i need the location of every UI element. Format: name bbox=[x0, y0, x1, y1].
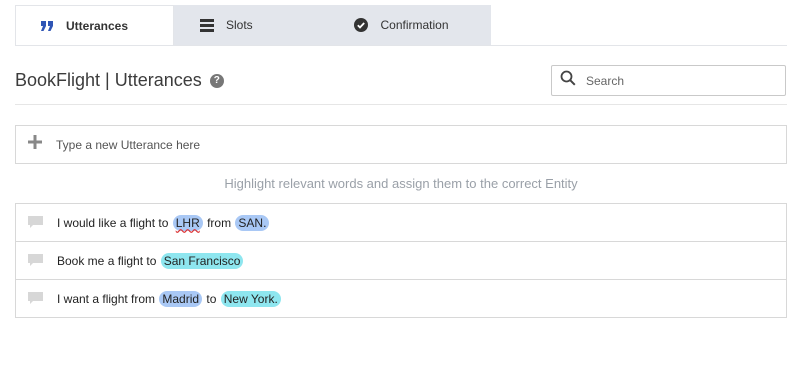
entity-highlight[interactable]: LHR bbox=[172, 214, 203, 231]
comment-icon bbox=[28, 292, 43, 305]
utterance-row[interactable]: Book me a flight to San Francisco bbox=[16, 242, 786, 280]
page-title-text: BookFlight | Utterances bbox=[15, 70, 202, 90]
search-icon[interactable] bbox=[560, 70, 576, 91]
tab-bar: Utterances Slots Confirmation bbox=[15, 5, 491, 45]
tab-confirmation[interactable]: Confirmation bbox=[332, 5, 491, 45]
search-box bbox=[551, 65, 786, 96]
utterance-row[interactable]: I would like a flight to LHR from SAN. bbox=[16, 204, 786, 242]
header-divider bbox=[15, 104, 787, 105]
comment-icon bbox=[28, 254, 43, 267]
utterance-segment: Book me a flight to bbox=[57, 253, 160, 268]
tab-divider bbox=[15, 45, 787, 46]
check-circle-icon bbox=[354, 18, 369, 32]
search-input[interactable] bbox=[584, 72, 768, 89]
comment-icon bbox=[28, 216, 43, 229]
tab-slots[interactable]: Slots bbox=[174, 5, 332, 45]
hint-text: Highlight relevant words and assign them… bbox=[224, 176, 578, 191]
list-icon bbox=[200, 18, 214, 32]
entity-highlight[interactable]: New York. bbox=[220, 290, 281, 307]
tab-slots-label: Slots bbox=[226, 18, 253, 32]
tab-utterances[interactable]: Utterances bbox=[15, 5, 174, 45]
page-title: BookFlight | Utterances ? bbox=[15, 70, 224, 91]
utterance-text[interactable]: Book me a flight to San Francisco bbox=[57, 252, 244, 269]
utterance-text[interactable]: I would like a flight to LHR from SAN. bbox=[57, 214, 270, 231]
utterance-row[interactable]: I want a flight from Madrid to New York. bbox=[16, 280, 786, 317]
tab-confirmation-label: Confirmation bbox=[380, 18, 449, 32]
question-circle-icon[interactable]: ? bbox=[209, 73, 224, 88]
new-utterance-input[interactable] bbox=[54, 136, 658, 153]
tab-utterances-label: Utterances bbox=[66, 18, 129, 33]
new-utterance-box bbox=[15, 125, 787, 164]
utterance-segment: I would like a flight to bbox=[57, 215, 172, 230]
quote-icon bbox=[40, 20, 54, 31]
plus-icon[interactable] bbox=[28, 135, 42, 154]
utterance-list: I would like a flight to LHR from SAN. Bo… bbox=[15, 203, 787, 318]
entity-highlight[interactable]: Madrid bbox=[159, 290, 203, 307]
utterance-segment: I want a flight from bbox=[57, 291, 159, 306]
utterance-text[interactable]: I want a flight from Madrid to New York. bbox=[57, 290, 282, 307]
utterance-segment: to bbox=[203, 291, 220, 306]
entity-highlight[interactable]: SAN. bbox=[235, 214, 270, 231]
entity-highlight[interactable]: San Francisco bbox=[160, 252, 244, 269]
utterance-segment: from bbox=[203, 215, 235, 230]
